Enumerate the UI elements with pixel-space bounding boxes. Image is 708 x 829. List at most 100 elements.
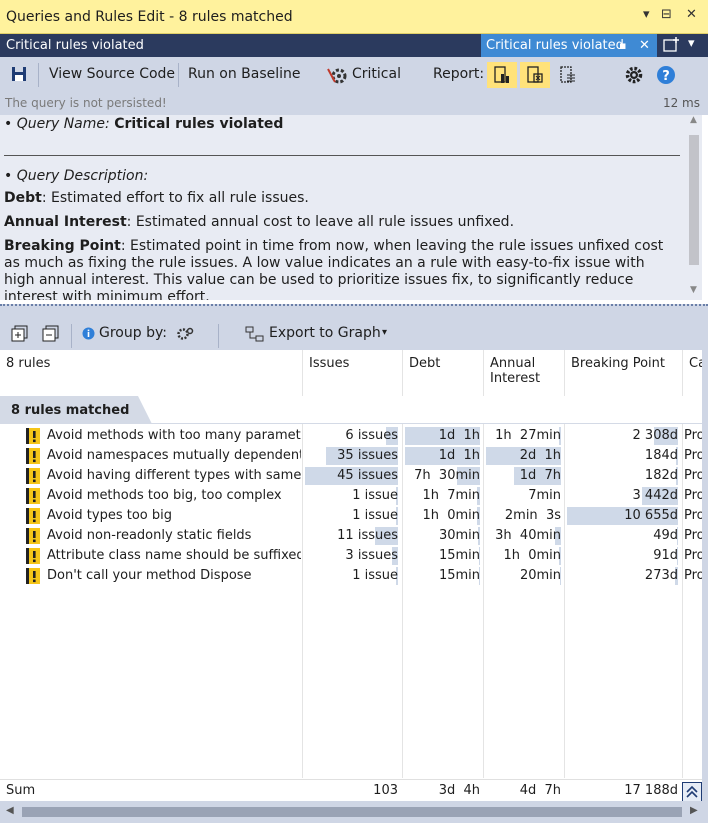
scroll-up-icon[interactable]: ▲ <box>690 115 697 125</box>
table-row[interactable]: Avoid non-readonly static fields 11 issue… <box>0 526 702 546</box>
query-duration: 12 ms <box>662 96 700 110</box>
export-to-graph-button[interactable]: Export to Graph <box>269 325 381 341</box>
sum-debt: 3d 4h <box>438 783 480 798</box>
cell-bp: 10 655d <box>624 508 678 523</box>
group-header[interactable]: 8 rules matched <box>0 396 702 424</box>
results-toolbar: Group by: Export to Graph ▾ <box>0 318 708 350</box>
cell-issues: 3 issues <box>345 548 398 563</box>
close-tab-icon[interactable]: ✕ <box>639 38 650 53</box>
query-description-pane: • Query Name: Critical rules violated • … <box>0 115 686 300</box>
column-header-debt[interactable]: Debt <box>403 350 483 396</box>
cell-interest: 7min <box>528 488 561 503</box>
view-source-code-button[interactable]: View Source Code <box>49 66 175 82</box>
rule-name[interactable]: Avoid non-readonly static fields <box>47 526 301 546</box>
dock-button[interactable]: ⊟ <box>661 7 672 22</box>
export-dropdown-icon[interactable]: ▾ <box>382 327 387 338</box>
horizontal-scrollbar-thumb[interactable] <box>22 807 682 817</box>
table-row[interactable]: Avoid having different types with same n… <box>0 466 702 486</box>
query-description-heading: • Query Description: <box>4 168 149 184</box>
cell-interest: 3h 40min <box>495 528 561 543</box>
breaking-point-definition: Breaking Point: Estimated point in time … <box>4 238 674 300</box>
rule-name[interactable]: Avoid namespaces mutually dependent <box>47 446 301 466</box>
cell-debt: 7h 30min <box>414 468 480 483</box>
pin-tab-icon[interactable]: ▪ <box>619 39 626 52</box>
debt-definition: Debt: Estimated effort to fix all rule i… <box>4 190 674 207</box>
scrollbar-thumb[interactable] <box>689 135 699 265</box>
query-title-label: Critical rules violated <box>6 38 144 53</box>
column-header-issues[interactable]: Issues <box>303 350 402 396</box>
horizontal-scrollbar[interactable]: ◀ ▶ <box>0 801 708 823</box>
report-text-icon[interactable] <box>553 62 583 88</box>
toolbar-separator <box>178 63 179 87</box>
cell-issues: 1 issue <box>352 488 398 503</box>
scroll-right-icon[interactable]: ▶ <box>690 805 698 816</box>
column-header-category[interactable]: Ca <box>683 350 702 396</box>
cell-interest: 1h 27min <box>495 428 561 443</box>
expand-all-icon[interactable] <box>11 325 29 347</box>
sum-breaking-point: 17 188d <box>624 783 678 798</box>
table-row[interactable]: Don't call your method Dispose 1 issue 15m… <box>0 566 702 586</box>
help-icon[interactable]: ? <box>656 65 676 89</box>
warning-rule-icon <box>26 508 40 524</box>
cell-bp: 273d <box>644 568 678 583</box>
rule-name[interactable]: Attribute class name should be suffixed … <box>47 546 301 566</box>
cell-issues: 6 issues <box>345 428 398 443</box>
rule-name[interactable]: Avoid types too big <box>47 506 301 526</box>
column-header-annual-interest[interactable]: Annual Interest <box>484 350 564 396</box>
cell-interest: 1d 7h <box>519 468 561 483</box>
critical-toggle-button[interactable]: Critical <box>352 66 401 82</box>
close-window-button[interactable]: ✕ <box>686 7 697 22</box>
cell-debt: 1d 1h <box>438 428 480 443</box>
sum-issues: 103 <box>373 783 398 798</box>
description-scrollbar[interactable]: ▲ ▼ <box>686 115 702 300</box>
run-on-baseline-button[interactable]: Run on Baseline <box>188 66 301 82</box>
table-row[interactable]: Avoid methods with too many parameter 6 i… <box>0 426 702 446</box>
warning-rule-icon <box>26 428 40 444</box>
warning-rule-icon <box>26 568 40 584</box>
new-query-icon[interactable] <box>663 37 681 53</box>
window-title: Queries and Rules Edit - 8 rules matched <box>6 9 293 25</box>
annual-interest-definition: Annual Interest: Estimated annual cost t… <box>4 214 674 231</box>
group-options-icon[interactable] <box>176 326 194 346</box>
cell-bp: 49d <box>653 528 678 543</box>
table-row[interactable]: Avoid methods too big, too complex 1 issu… <box>0 486 702 506</box>
cell-bp: 182d <box>644 468 678 483</box>
query-status-bar: The query is not persisted! 12 ms <box>0 93 708 115</box>
cell-category: Pro <box>684 528 702 543</box>
rule-name[interactable]: Avoid methods too big, too complex <box>47 486 301 506</box>
warning-rule-icon <box>26 468 40 484</box>
rule-name[interactable]: Avoid having different types with same n <box>47 466 301 486</box>
settings-icon[interactable] <box>624 65 644 89</box>
column-header-rules[interactable]: 8 rules <box>0 350 302 396</box>
cell-debt: 1d 1h <box>438 448 480 463</box>
cell-bp: 3 442d <box>632 488 678 503</box>
save-icon[interactable] <box>11 66 27 82</box>
table-row[interactable]: Avoid types too big 1 issue 1h 0min 2min 3s… <box>0 506 702 526</box>
tab-dropdown-icon[interactable]: ▾ <box>688 36 695 51</box>
report-html-icon[interactable] <box>487 62 517 88</box>
report-label: Report: <box>433 66 485 82</box>
window-title-bar: Queries and Rules Edit - 8 rules matched… <box>0 0 708 34</box>
cell-interest: 2min 3s <box>504 508 561 523</box>
collapse-all-icon[interactable] <box>42 325 60 347</box>
table-row[interactable]: Attribute class name should be suffixed … <box>0 546 702 566</box>
description-divider <box>4 155 680 156</box>
cell-category: Pro <box>684 508 702 523</box>
cell-interest: 1h 0min <box>503 548 561 563</box>
rule-name[interactable]: Don't call your method Dispose <box>47 566 301 586</box>
export-graph-icon[interactable] <box>245 326 265 346</box>
rule-name[interactable]: Avoid methods with too many parameter <box>47 426 301 446</box>
cell-debt: 1h 0min <box>422 508 480 523</box>
window-menu-button[interactable]: ▾ <box>643 7 650 22</box>
column-header-breaking-point[interactable]: Breaking Point <box>565 350 682 396</box>
critical-gear-icon[interactable] <box>327 66 347 84</box>
scroll-down-icon[interactable]: ▼ <box>690 285 697 295</box>
report-excel-icon[interactable] <box>520 62 550 88</box>
scroll-to-top-icon[interactable] <box>682 782 702 802</box>
cell-category: Pro <box>684 428 702 443</box>
scroll-left-icon[interactable]: ◀ <box>6 805 14 816</box>
table-row[interactable]: Avoid namespaces mutually dependent 35 is… <box>0 446 702 466</box>
tab-critical-rules-violated[interactable]: Critical rules violated ▪ ✕ <box>481 34 657 57</box>
group-by-label: Group by: <box>99 325 167 341</box>
not-persisted-message: The query is not persisted! <box>5 96 167 110</box>
